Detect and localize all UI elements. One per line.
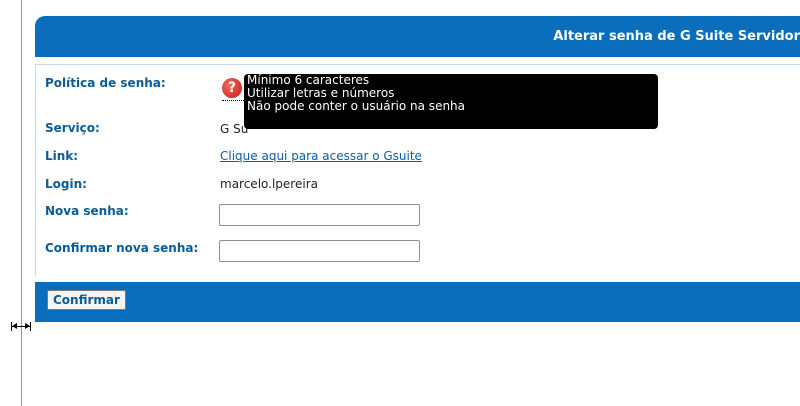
resize-handle-icon[interactable] [9,320,35,332]
login-value: marcelo.lpereira [220,177,318,191]
confirm-password-label: Confirmar nova senha: [45,241,199,255]
form-footer: Confirmar [35,282,800,322]
help-icon[interactable]: ? [222,78,242,98]
service-label: Serviço: [45,121,100,135]
confirm-password-input[interactable] [219,240,420,262]
policy-rule-no-username: Não pode conter o usuário na senha [247,99,466,113]
page-left-border [21,0,22,406]
panel-header: Alterar senha de G Suite Servidor [35,16,800,57]
page-title: Alterar senha de G Suite Servidor [553,29,800,44]
link-label: Link: [45,149,79,163]
tooltip-anchor-underline [222,100,244,101]
new-password-input[interactable] [219,204,420,226]
password-form: Política de senha: ? Serviço: G Su Mínim… [35,64,800,276]
login-label: Login: [45,177,87,191]
password-policy-tooltip: Mínimo 6 caracteres Utilizar letras e nú… [244,74,658,129]
policy-label: Política de senha: [45,76,166,90]
gsuite-link[interactable]: Clique aqui para acessar o Gsuite [220,149,422,163]
confirm-button[interactable]: Confirmar [47,290,126,310]
resize-handle-right-bar [30,322,31,331]
new-password-label: Nova senha: [45,204,129,218]
